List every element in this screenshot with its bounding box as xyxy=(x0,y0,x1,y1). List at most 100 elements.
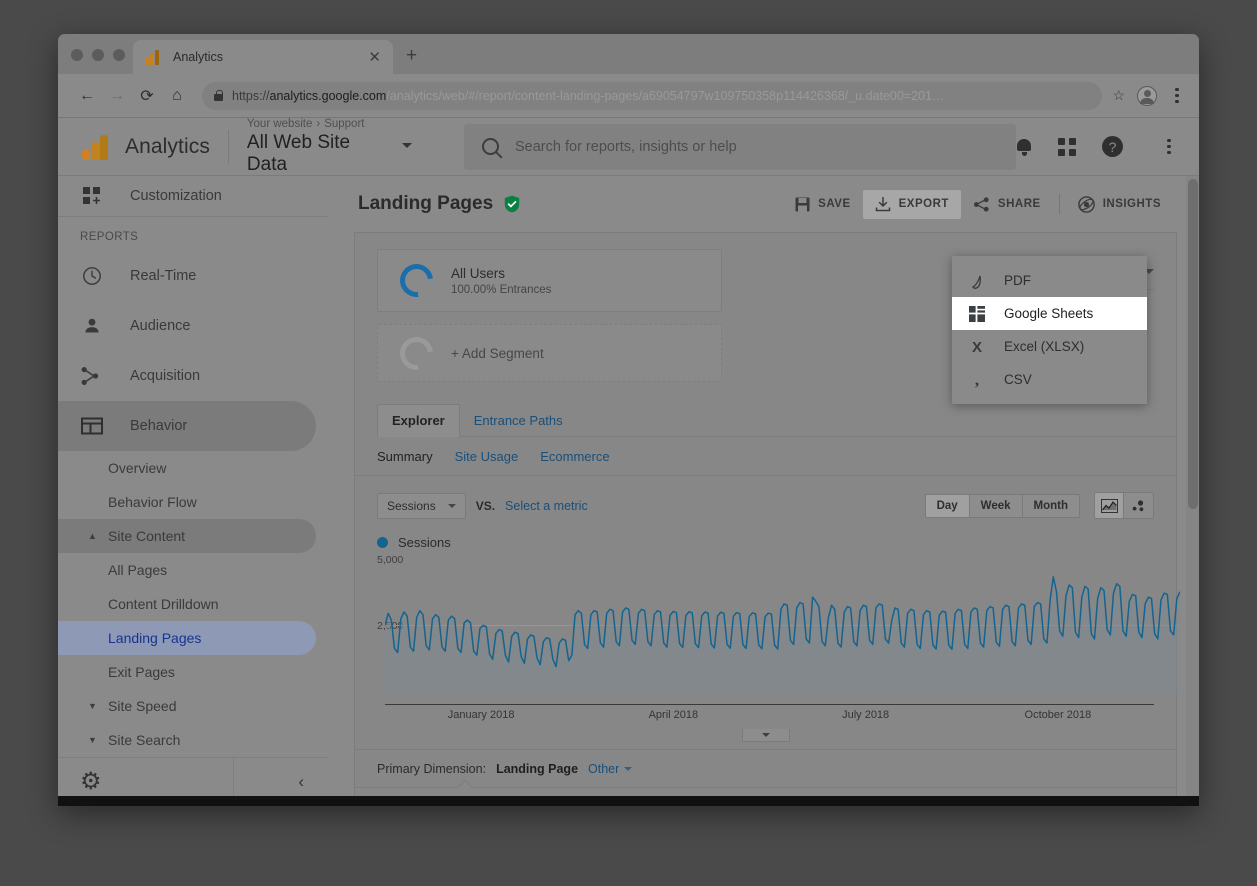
sidebar-subitem-label: Content Drilldown xyxy=(108,596,219,612)
motion-chart-icon[interactable] xyxy=(1124,493,1153,518)
notifications-bell-icon[interactable] xyxy=(1016,138,1032,156)
help-icon[interactable]: ? xyxy=(1102,136,1123,157)
sidebar-item-real-time[interactable]: Real-Time xyxy=(58,251,316,301)
triangle-down-icon xyxy=(761,733,770,737)
triangle-down-icon: ▼ xyxy=(88,735,97,745)
primary-dimension-other[interactable]: Other xyxy=(588,762,619,776)
reload-icon[interactable]: ⟳ xyxy=(132,81,162,111)
browser-tab[interactable]: Analytics ✕ xyxy=(133,40,393,74)
sidebar-item-site-content[interactable]: ▲ Site Content xyxy=(58,519,316,553)
sidebar-item-label: Real-Time xyxy=(130,268,197,284)
green-shield-check-icon xyxy=(504,195,520,213)
main-scrollbar[interactable] xyxy=(1186,176,1199,805)
line-chart-icon[interactable] xyxy=(1095,493,1124,518)
bookmark-star-icon[interactable]: ☆ xyxy=(1112,87,1125,104)
chevron-down-icon xyxy=(447,503,456,508)
sidebar-subitem-label: Landing Pages xyxy=(108,630,202,646)
granularity-day[interactable]: Day xyxy=(925,494,970,517)
window-controls[interactable] xyxy=(71,49,125,61)
browser-tab-bar: Analytics ✕ + xyxy=(58,34,1199,74)
segment-card-all-users[interactable]: All Users 100.00% Entrances xyxy=(377,249,722,312)
sidebar-item-overview[interactable]: Overview xyxy=(58,451,316,485)
save-button[interactable]: SAVE xyxy=(783,190,862,219)
report-subtabs: Summary Site Usage Ecommerce xyxy=(355,437,1176,476)
sidebar-item-acquisition[interactable]: Acquisition xyxy=(58,351,316,401)
tab-explorer[interactable]: Explorer xyxy=(377,404,460,437)
sidebar-item-landing-pages[interactable]: Landing Pages xyxy=(58,621,316,655)
home-icon[interactable]: ⌂ xyxy=(162,81,192,111)
property-selector[interactable]: Your website › Support All Web Site Data xyxy=(247,118,412,176)
export-menu-item-csv[interactable]: , CSV xyxy=(952,363,1147,396)
sidebar-subitem-label: Site Speed xyxy=(108,698,177,714)
forward-icon[interactable]: → xyxy=(102,81,132,111)
sidebar-item-audience[interactable]: Audience xyxy=(58,301,316,351)
triangle-up-icon: ▲ xyxy=(88,531,97,541)
x-tick-label: April 2018 xyxy=(648,709,699,721)
lock-icon xyxy=(214,90,223,101)
global-search[interactable] xyxy=(464,123,1016,170)
sidebar-subitem-label: All Pages xyxy=(108,562,168,578)
share-nodes-icon xyxy=(80,366,104,386)
sidebar-item-behavior[interactable]: Behavior xyxy=(58,401,316,451)
back-icon[interactable]: ← xyxy=(72,81,102,111)
export-button[interactable]: EXPORT xyxy=(862,189,961,219)
sidebar-subitem-label: Behavior Flow xyxy=(108,494,197,510)
sidebar-item-behavior-flow[interactable]: Behavior Flow xyxy=(58,485,316,519)
granularity-month[interactable]: Month xyxy=(1022,494,1079,517)
sidebar-subitem-label: Site Content xyxy=(108,528,186,544)
close-tab-icon[interactable]: ✕ xyxy=(368,50,381,65)
segment-subtitle: 100.00% Entrances xyxy=(451,283,552,296)
insights-button[interactable]: INSIGHTS xyxy=(1066,189,1173,220)
chevron-left-icon[interactable]: ‹ xyxy=(298,772,304,792)
more-options-icon[interactable] xyxy=(1161,139,1177,154)
metric-select[interactable]: Sessions xyxy=(377,492,466,519)
export-menu-item-pdf[interactable]: PDF xyxy=(952,264,1147,297)
gear-icon[interactable] xyxy=(80,771,101,792)
insights-icon xyxy=(1077,195,1095,213)
view-name[interactable]: All Web Site Data xyxy=(247,132,412,176)
sidebar-item-content-drilldown[interactable]: Content Drilldown xyxy=(58,587,316,621)
sidebar-item-label: Customization xyxy=(130,188,222,204)
url-domain: analytics.google.com xyxy=(269,88,387,103)
view-name-label: All Web Site Data xyxy=(246,131,351,175)
tab-entrance-paths[interactable]: Entrance Paths xyxy=(460,405,577,436)
report-tabs: Explorer Entrance Paths xyxy=(377,404,1176,437)
sidebar-item-exit-pages[interactable]: Exit Pages xyxy=(58,655,316,689)
subtab-site-usage[interactable]: Site Usage xyxy=(455,449,519,464)
left-sidebar: Customization REPORTS Real-Time Audience xyxy=(58,176,328,805)
select-metric-link[interactable]: Select a metric xyxy=(505,499,588,513)
person-icon xyxy=(80,316,104,336)
subtab-summary[interactable]: Summary xyxy=(377,449,433,464)
scrollbar-thumb[interactable] xyxy=(1188,179,1198,509)
add-segment-button[interactable]: + Add Segment xyxy=(377,324,722,382)
sidebar-item-site-speed[interactable]: ▼ Site Speed xyxy=(58,689,316,723)
sidebar-item-customization[interactable]: Customization xyxy=(58,176,316,216)
address-bar[interactable]: https://analytics.google.com/analytics/w… xyxy=(202,81,1103,110)
share-label: SHARE xyxy=(997,198,1041,210)
sidebar-item-label: Acquisition xyxy=(130,368,201,384)
search-icon xyxy=(482,138,499,155)
download-icon xyxy=(875,196,890,211)
apps-grid-icon[interactable] xyxy=(1058,137,1076,156)
maximize-window-button[interactable] xyxy=(113,49,125,61)
triangle-down-icon: ▼ xyxy=(88,701,97,711)
new-tab-icon[interactable]: + xyxy=(406,46,417,65)
profile-avatar-icon[interactable] xyxy=(1137,85,1157,106)
analytics-favicon xyxy=(145,49,161,65)
export-menu-item-google-sheets[interactable]: Google Sheets xyxy=(952,297,1147,330)
granularity-week[interactable]: Week xyxy=(969,494,1023,517)
sessions-chart: 5,000 2,500 xyxy=(377,554,1180,705)
chart-collapse-handle[interactable] xyxy=(741,729,790,742)
minimize-window-button[interactable] xyxy=(92,49,104,61)
export-menu-item-excel[interactable]: X Excel (XLSX) xyxy=(952,330,1147,363)
metric-select-value: Sessions xyxy=(387,498,436,513)
sidebar-item-all-pages[interactable]: All Pages xyxy=(58,553,316,587)
close-window-button[interactable] xyxy=(71,49,83,61)
search-input[interactable] xyxy=(515,138,998,155)
subtab-ecommerce[interactable]: Ecommerce xyxy=(540,449,609,464)
share-button[interactable]: SHARE xyxy=(961,190,1053,219)
svg-text:,: , xyxy=(975,372,979,388)
browser-window: Analytics ✕ + ← → ⟳ ⌂ https://analytics.… xyxy=(58,34,1199,806)
sidebar-item-site-search[interactable]: ▼ Site Search xyxy=(58,723,316,757)
browser-menu-icon[interactable] xyxy=(1169,88,1185,103)
